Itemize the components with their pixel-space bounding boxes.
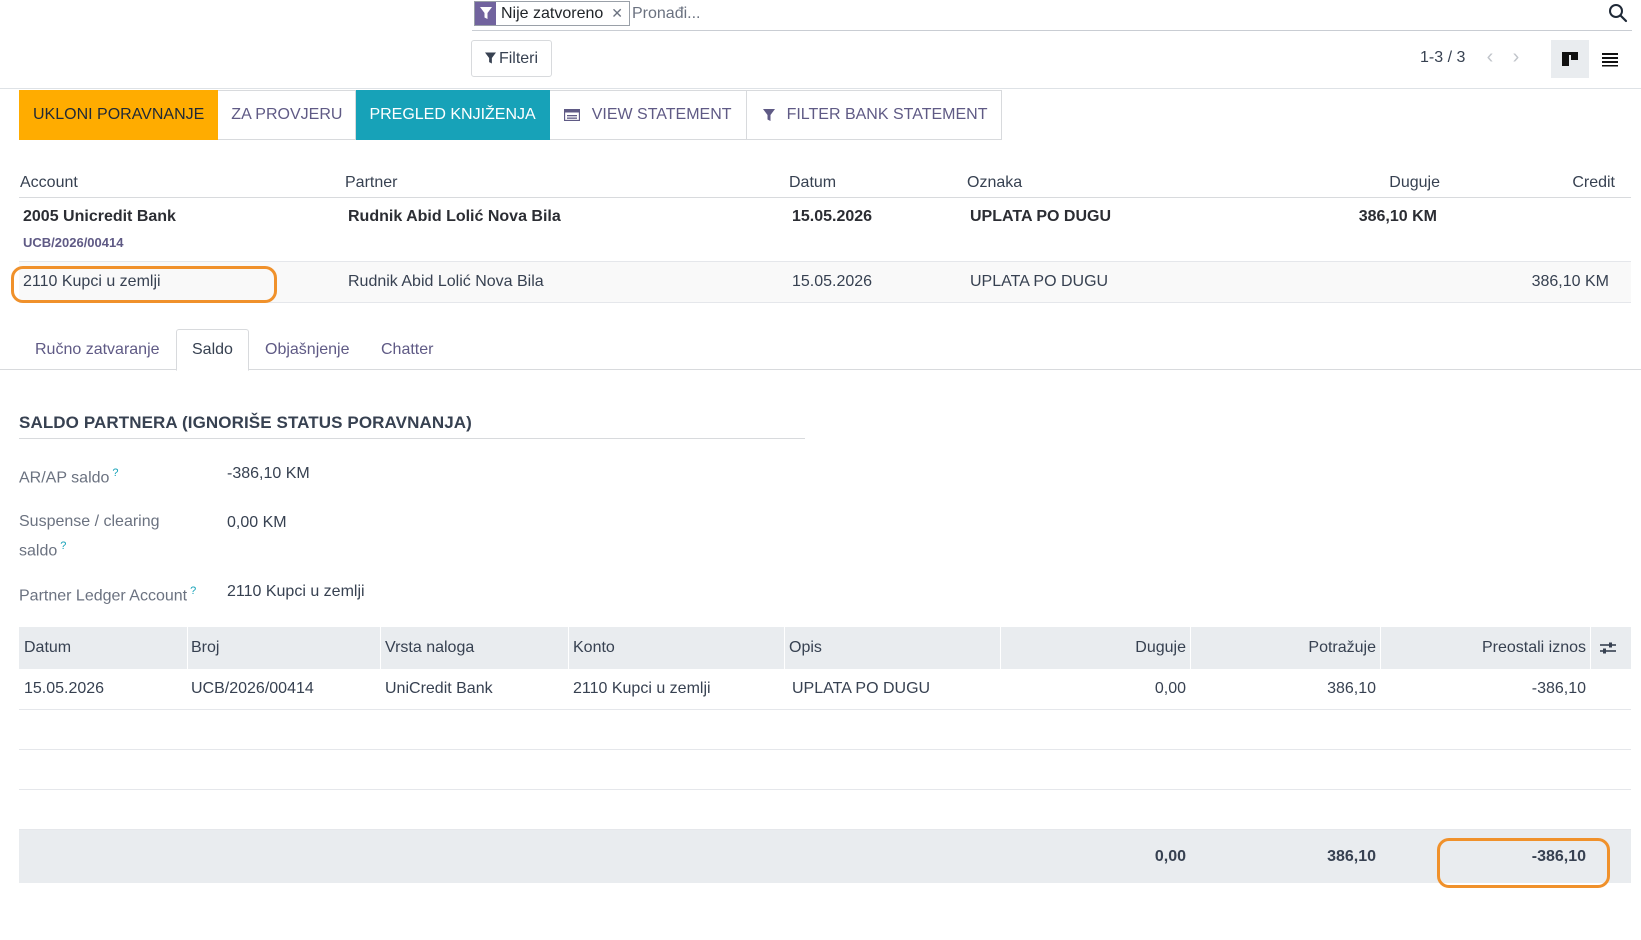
cell-credit: 386,10	[1327, 680, 1376, 697]
search-facet[interactable]: Nije zatvoreno ✕	[474, 1, 631, 26]
col-residual[interactable]: Preostali iznos	[1380, 627, 1586, 669]
column-settings-icon[interactable]	[1599, 627, 1617, 669]
line-date: 15.05.2026	[792, 273, 873, 290]
review-entries-button[interactable]: PREGLED KNJIŽENJA	[356, 90, 550, 140]
cell-debit: 0,00	[1154, 680, 1186, 697]
tab-chatter[interactable]: Chatter	[366, 329, 448, 370]
col-label[interactable]: Oznaka	[967, 174, 1022, 192]
line-partner: Rudnik Abid Lolić Nova Bila	[348, 273, 544, 290]
col-description[interactable]: Opis	[789, 627, 822, 669]
remove-reconcile-button[interactable]: UKLONI PORAVNANJE	[19, 90, 219, 140]
col-debit[interactable]: Duguje	[1389, 174, 1440, 192]
statement-icon	[563, 109, 580, 121]
empty-row	[19, 710, 1631, 750]
help-icon[interactable]: ?	[112, 467, 118, 479]
move-line-row[interactable]: 2110 Kupci u zemlji Rudnik Abid Lolić No…	[19, 262, 1631, 303]
filters-label: Filteri	[498, 49, 539, 67]
magnifier-icon[interactable]	[1608, 3, 1630, 25]
ledger-account-value[interactable]: 2110 Kupci u zemlji	[227, 583, 365, 601]
to-check-label: ZA PROVJERU	[231, 106, 343, 123]
suspense-value: 0,00 KM	[227, 514, 287, 531]
line-label: UPLATA PO DUGU	[970, 208, 1112, 225]
view-statement-label: VIEW STATEMENT	[591, 106, 732, 123]
kanban-view-icon[interactable]	[1551, 40, 1589, 78]
facet-label: Nije zatvoreno	[501, 4, 604, 22]
facet-remove-icon[interactable]: ✕	[611, 5, 623, 22]
arap-value: -386,10 KM	[227, 465, 310, 482]
suspense-label-line1: Suspense / clearing	[19, 513, 160, 530]
line-label: UPLATA PO DUGU	[970, 273, 1109, 290]
total-debit: 0,00	[1154, 847, 1186, 865]
empty-row	[19, 790, 1631, 830]
cell-journal: UniCredit Bank	[385, 680, 493, 697]
col-debit[interactable]: Duguje	[1000, 627, 1186, 669]
col-partner[interactable]: Partner	[345, 174, 397, 192]
ledger-account-label: Partner Ledger Account?	[19, 579, 196, 608]
col-credit[interactable]: Credit	[1572, 174, 1615, 192]
cell-description: UPLATA PO DUGU	[792, 680, 931, 697]
total-residual: -386,10	[1531, 847, 1586, 865]
review-entries-label: PREGLED KNJIŽENJA	[369, 106, 536, 123]
tab-explanation[interactable]: Objašnjenje	[250, 329, 365, 370]
filters-button[interactable]: Filteri	[471, 40, 552, 77]
cell-residual: -386,10	[1531, 680, 1586, 697]
col-number[interactable]: Broj	[191, 627, 219, 669]
partner-ledger-table: Datum Broj Vrsta naloga Konto Opis Duguj…	[19, 627, 1631, 883]
view-statement-button[interactable]: VIEW STATEMENT	[549, 90, 747, 140]
col-journal[interactable]: Vrsta naloga	[385, 627, 474, 669]
col-date[interactable]: Datum	[789, 174, 836, 192]
move-line-row[interactable]: 2005 Unicredit Bank UCB/2026/00414 Rudni…	[19, 198, 1631, 262]
suspense-label-line2: saldo	[19, 542, 58, 560]
col-credit[interactable]: Potražuje	[1190, 627, 1376, 669]
col-account[interactable]: Konto	[573, 627, 615, 669]
cell-number: UCB/2026/00414	[191, 680, 314, 697]
line-account: 2005 Unicredit Bank	[23, 208, 176, 225]
total-credit: 386,10	[1327, 847, 1376, 865]
ledger-account-label-text: Partner Ledger Account	[19, 587, 188, 605]
cell-account: 2110 Kupci u zemlji	[573, 680, 711, 697]
tab-manual-reconcile[interactable]: Ručno zatvaranje	[20, 329, 175, 370]
empty-row	[19, 750, 1631, 790]
search-bar: Nije zatvoreno ✕	[472, 0, 1632, 31]
line-date: 15.05.2026	[792, 208, 873, 225]
pager-value[interactable]: 1-3 / 3	[1420, 49, 1465, 67]
filter-bank-statement-label: FILTER BANK STATEMENT	[786, 106, 988, 123]
list-view-icon[interactable]	[1591, 40, 1629, 78]
filter-icon	[484, 52, 496, 65]
chevron-right-icon[interactable]: ›	[1506, 47, 1526, 69]
cell-date: 15.05.2026	[24, 680, 105, 697]
line-credit: 386,10 KM	[1531, 273, 1609, 290]
chevron-left-icon[interactable]: ‹	[1480, 47, 1500, 69]
tab-saldo[interactable]: Saldo	[176, 329, 249, 371]
remove-reconcile-label: UKLONI PORAVNANJE	[33, 106, 205, 123]
filter-bank-statement-button[interactable]: FILTER BANK STATEMENT	[746, 90, 1003, 140]
arap-label-text: AR/AP saldo	[19, 469, 110, 487]
line-debit: 386,10 KM	[1358, 208, 1437, 225]
line-account: 2110 Kupci u zemlji	[23, 273, 161, 290]
filter-icon	[762, 108, 775, 122]
arap-label: AR/AP saldo?	[19, 461, 119, 490]
help-icon[interactable]: ?	[190, 585, 196, 597]
to-check-button[interactable]: ZA PROVJERU	[218, 90, 357, 140]
section-title: SALDO PARTNERA (IGNORIŠE STATUS PORAVNAN…	[19, 413, 805, 439]
suspense-label: Suspense / clearing saldo?	[19, 510, 160, 563]
notebook-tabs: Ručno zatvaranje Saldo Objašnjenje Chatt…	[0, 329, 1641, 371]
table-row[interactable]: 15.05.2026 UCB/2026/00414 UniCredit Bank…	[19, 669, 1631, 710]
line-partner: Rudnik Abid Lolić Nova Bila	[348, 208, 561, 225]
line-reference[interactable]: UCB/2026/00414	[23, 235, 123, 250]
filter-icon	[475, 2, 496, 25]
move-lines-header: Account Partner Datum Oznaka Duguje Cred…	[19, 168, 1631, 198]
ledger-table-header: Datum Broj Vrsta naloga Konto Opis Duguj…	[19, 627, 1631, 669]
help-icon[interactable]: ?	[60, 540, 66, 552]
col-account[interactable]: Account	[20, 174, 78, 192]
move-lines-table: Account Partner Datum Oznaka Duguje Cred…	[19, 168, 1631, 303]
search-input[interactable]	[632, 2, 1572, 26]
action-bar: UKLONI PORAVNANJE ZA PROVJERU PREGLED KN…	[19, 90, 1003, 140]
col-date[interactable]: Datum	[24, 627, 71, 669]
table-totals-row: 0,00 386,10 -386,10	[19, 830, 1631, 883]
control-panel-divider	[0, 88, 1641, 89]
